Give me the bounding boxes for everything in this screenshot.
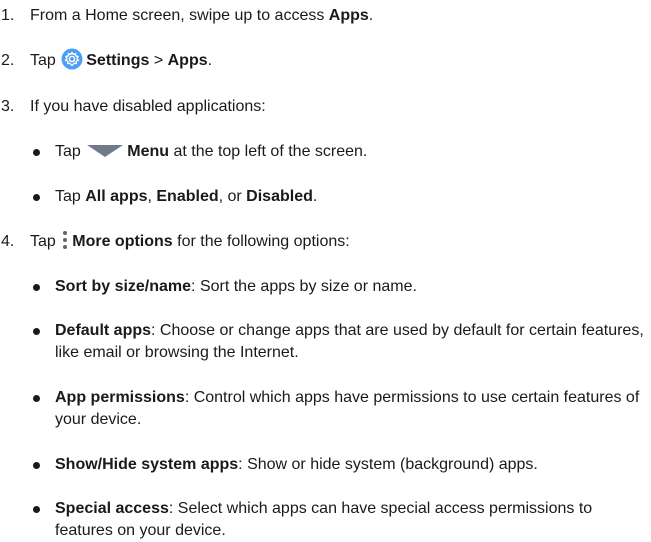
more-options-term: More options	[72, 233, 173, 250]
settings-term: Settings	[86, 52, 150, 70]
apps-term: Apps	[328, 7, 369, 24]
step-number: 1.	[1, 7, 15, 24]
dropdown-triangle-icon	[87, 144, 124, 157]
bullet-dot	[33, 194, 40, 201]
bullet-dot	[33, 462, 40, 469]
step-number: 3.	[1, 98, 15, 115]
bullet-dot	[33, 395, 40, 402]
step-number: 2.	[1, 52, 15, 69]
bullet-dot	[33, 149, 40, 156]
gear-icon	[61, 48, 83, 70]
bullet-dot	[33, 328, 40, 335]
step-number: 4.	[1, 233, 15, 250]
menu-term: Menu	[127, 143, 170, 160]
apps-term: Apps	[167, 52, 208, 70]
vertical-dots-icon	[63, 230, 68, 249]
bullet-dot	[33, 284, 40, 291]
bullet-dot	[33, 506, 40, 513]
